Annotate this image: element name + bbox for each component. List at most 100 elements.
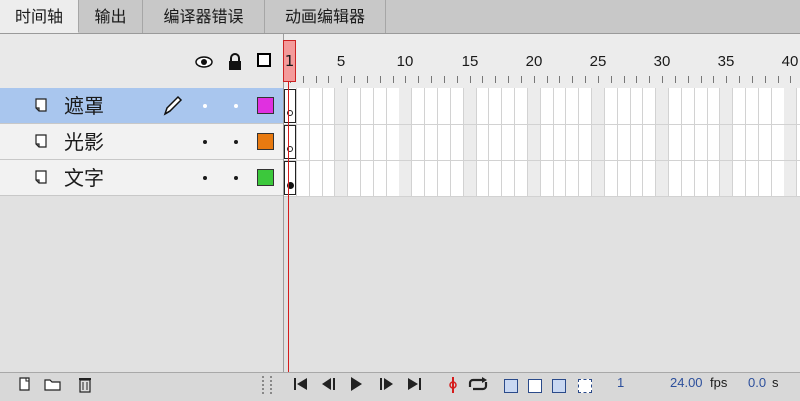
- visibility-toggle[interactable]: [203, 104, 207, 108]
- frame-row-divider: [284, 124, 800, 125]
- tab-motion-editor[interactable]: 动画编辑器: [265, 0, 386, 33]
- new-layer-icon[interactable]: [16, 376, 34, 394]
- center-frame-icon[interactable]: [446, 376, 460, 394]
- ruler-tick: [495, 76, 496, 83]
- frame-column-line: [642, 88, 643, 196]
- ruler-label: 15: [461, 53, 479, 70]
- ruler-tick: [431, 76, 432, 83]
- ruler-tick: [675, 76, 676, 83]
- layer-row-text[interactable]: 文字: [0, 160, 283, 196]
- frame-column-line: [501, 88, 502, 196]
- frame-column-line: [514, 88, 515, 196]
- frame-column-line: [732, 88, 733, 196]
- frame-column-line: [424, 88, 425, 196]
- ruler-tick: [739, 76, 740, 83]
- lock-toggle[interactable]: [234, 104, 238, 108]
- frame-column-shade: [528, 88, 540, 196]
- ruler-tick: [367, 76, 368, 83]
- tab-output[interactable]: 输出: [79, 0, 143, 33]
- loop-icon[interactable]: [466, 376, 490, 394]
- go-to-first-frame-icon[interactable]: [292, 376, 310, 394]
- frame-cell-light-1[interactable]: [284, 125, 296, 159]
- frame-cell-mask-1[interactable]: [284, 89, 296, 123]
- ruler-label: 10: [396, 53, 414, 70]
- visibility-toggle[interactable]: [203, 140, 207, 144]
- frame-column-line: [578, 88, 579, 196]
- eye-icon[interactable]: [194, 52, 214, 72]
- frame-column-line: [681, 88, 682, 196]
- ruler-tick: [482, 76, 483, 83]
- ruler-tick: [688, 76, 689, 83]
- edit-multiple-frames-icon[interactable]: [552, 379, 566, 393]
- layer-name[interactable]: 文字: [64, 160, 104, 196]
- onion-skin-outlines-icon[interactable]: [528, 379, 542, 393]
- ruler-tick: [790, 76, 791, 83]
- ruler-label: 5: [336, 53, 346, 70]
- ruler-tick: [752, 76, 753, 83]
- frame-column-line: [322, 88, 323, 196]
- visibility-toggle[interactable]: [203, 176, 207, 180]
- lock-toggle[interactable]: [234, 176, 238, 180]
- frame-column-line: [604, 88, 605, 196]
- layer-row-light[interactable]: 光影: [0, 124, 283, 160]
- layer-row-mask[interactable]: 遮罩: [0, 88, 283, 124]
- outline-color-swatch[interactable]: [257, 97, 274, 114]
- frame-rate[interactable]: 24.00: [670, 375, 703, 390]
- lock-icon[interactable]: [225, 52, 245, 72]
- tab-compiler-errors[interactable]: 编译器错误: [143, 0, 265, 33]
- frame-column-shade: [399, 88, 411, 196]
- frame-column-shade: [784, 88, 796, 196]
- frame-column-shade: [592, 88, 604, 196]
- tab-timeline[interactable]: 时间轴: [0, 0, 79, 33]
- ruler-label: 25: [589, 53, 607, 70]
- outline-square-icon[interactable]: [257, 53, 271, 67]
- ruler-tick: [354, 76, 355, 83]
- frame-column-line: [540, 88, 541, 196]
- onion-skin-icon[interactable]: [504, 379, 518, 393]
- ruler-label: 20: [525, 53, 543, 70]
- frame-column-line: [617, 88, 618, 196]
- frame-column-line: [488, 88, 489, 196]
- ruler-tick: [328, 76, 329, 83]
- resize-grip[interactable]: [262, 376, 272, 394]
- frame-column-line: [694, 88, 695, 196]
- elapsed-time[interactable]: 0.0: [748, 375, 766, 390]
- frame-column-line: [373, 88, 374, 196]
- ruler-tick: [547, 76, 548, 83]
- lock-toggle[interactable]: [234, 140, 238, 144]
- ruler-tick: [508, 76, 509, 83]
- ruler-tick: [624, 76, 625, 83]
- ruler-tick: [444, 76, 445, 83]
- play-icon[interactable]: [347, 376, 365, 394]
- layer-name[interactable]: 光影: [64, 124, 104, 160]
- modify-onion-markers-icon[interactable]: [578, 379, 592, 393]
- ruler-tick: [341, 76, 342, 83]
- go-to-last-frame-icon[interactable]: [405, 376, 423, 394]
- frame-column-shade: [720, 88, 732, 196]
- ruler-tick: [636, 76, 637, 83]
- playhead-line: [288, 82, 289, 372]
- panel-divider[interactable]: [283, 34, 284, 372]
- ruler-tick: [778, 76, 779, 83]
- outline-color-swatch[interactable]: [257, 133, 274, 150]
- frame-column-shade: [464, 88, 476, 196]
- ruler-tick: [598, 76, 599, 83]
- step-forward-icon[interactable]: [377, 376, 395, 394]
- step-back-icon[interactable]: [320, 376, 338, 394]
- frame-rate-unit: fps: [710, 375, 728, 390]
- frame-column-shade: [335, 88, 347, 196]
- frame-cell-text-1[interactable]: [284, 161, 296, 195]
- outline-color-swatch[interactable]: [257, 169, 274, 186]
- ruler-tick: [726, 76, 727, 83]
- frame-column-line: [360, 88, 361, 196]
- delete-trash-icon[interactable]: [76, 376, 94, 394]
- ruler-tick: [572, 76, 573, 83]
- playhead[interactable]: 1: [283, 40, 296, 82]
- new-folder-icon[interactable]: [44, 376, 62, 394]
- layer-name[interactable]: 遮罩: [64, 88, 104, 124]
- frame-column-line: [411, 88, 412, 196]
- frame-column-line: [309, 88, 310, 196]
- current-frame[interactable]: 1: [617, 375, 624, 390]
- ruler-tick: [380, 76, 381, 83]
- ruler-tick: [316, 76, 317, 83]
